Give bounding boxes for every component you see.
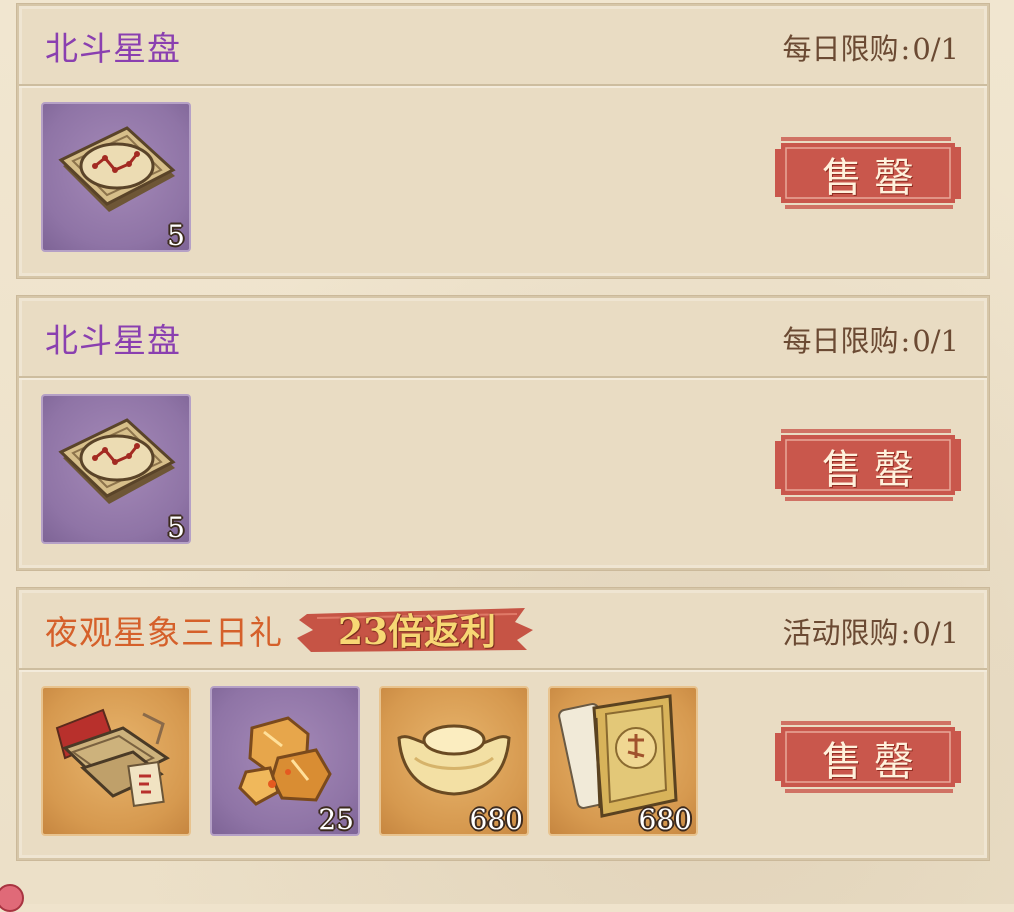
shop-card-3: 夜观星象三日礼 23倍返利 活动限购:0/1 25 680 680 售罄 <box>17 588 989 860</box>
item-slot-book-scroll[interactable]: 680 <box>548 686 698 836</box>
shop-card-1: 北斗星盘 每日限购:0/1 5 售罄 <box>17 4 989 278</box>
card-title: 夜观星象三日礼 <box>45 613 283 652</box>
item-quantity: 5 <box>167 511 185 544</box>
card-title: 北斗星盘 <box>45 29 181 68</box>
rebate-tag: 23倍返利 <box>297 600 537 658</box>
sold-out-button[interactable]: 售罄 <box>775 427 961 503</box>
purchase-limit: 活动限购:0/1 <box>782 616 959 650</box>
treasure-box-icon <box>55 708 170 808</box>
card-header: 夜观星象三日礼 23倍返利 活动限购:0/1 <box>19 590 987 670</box>
purchase-limit: 每日限购:0/1 <box>782 32 959 66</box>
card-header: 北斗星盘 每日限购:0/1 <box>19 6 987 86</box>
item-slot-gold-ore[interactable]: 25 <box>210 686 360 836</box>
sold-out-button[interactable]: 售罄 <box>775 135 961 211</box>
sold-out-button[interactable]: 售罄 <box>775 719 961 795</box>
shop-card-2: 北斗星盘 每日限购:0/1 5 售罄 <box>17 296 989 570</box>
item-quantity: 680 <box>638 803 692 836</box>
card-header: 北斗星盘 每日限购:0/1 <box>19 298 987 378</box>
item-slot-star-compass[interactable]: 5 <box>41 394 191 544</box>
card-title: 北斗星盘 <box>45 321 181 360</box>
item-slot-treasure-box[interactable] <box>41 686 191 836</box>
item-slot-gold-ingot[interactable]: 680 <box>379 686 529 836</box>
item-quantity: 5 <box>167 219 185 252</box>
purchase-limit: 每日限购:0/1 <box>782 324 959 358</box>
item-quantity: 25 <box>318 803 354 836</box>
item-slot-star-compass[interactable]: 5 <box>41 102 191 252</box>
item-quantity: 680 <box>469 803 523 836</box>
corner-decoration <box>0 884 24 912</box>
